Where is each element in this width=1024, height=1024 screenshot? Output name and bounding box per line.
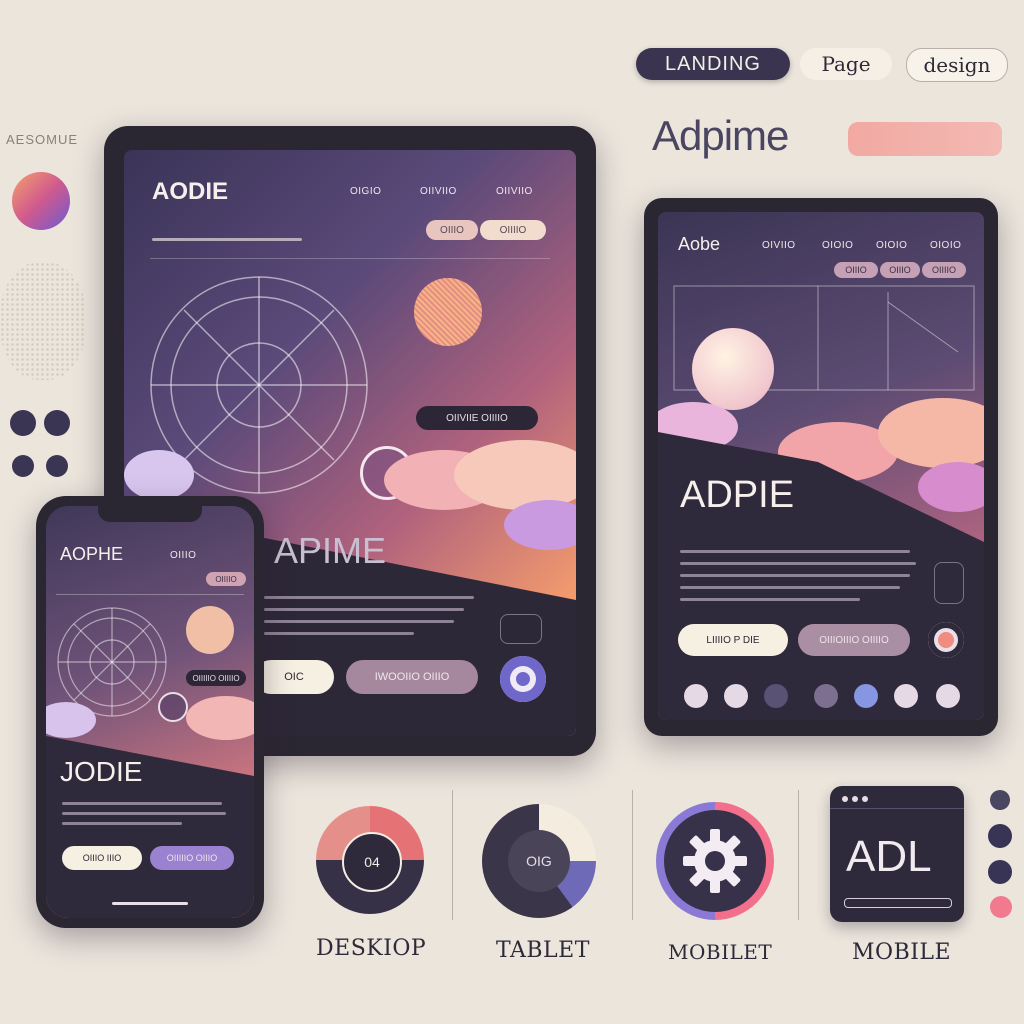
desktop-circle-inner: 04 xyxy=(342,832,402,892)
mobilet-label: MOBILET xyxy=(668,940,773,964)
tablet-btn-primary[interactable]: LIIIIO P DIE xyxy=(678,624,788,656)
gradient-orb-icon xyxy=(12,172,70,230)
tablet-body-line-5 xyxy=(680,598,860,601)
tag-design[interactable]: design xyxy=(906,48,1008,82)
desktop-body-line-3 xyxy=(264,620,454,623)
desktop-cta-dark[interactable]: OIIVIIE OIIIIO xyxy=(416,406,538,430)
divider-3 xyxy=(798,790,799,920)
mobile-btn-primary[interactable]: OIIIO IIIO xyxy=(62,846,142,870)
tablet-toggle-2[interactable]: OIIIO xyxy=(880,262,920,278)
tablet-circle-inner: OIG xyxy=(508,830,570,892)
tag-page[interactable]: Page xyxy=(800,48,892,80)
tablet-body-line-2 xyxy=(680,562,916,565)
tablet-nav-4[interactable]: OIOIO xyxy=(930,240,961,251)
tablet-icon-6[interactable] xyxy=(894,684,918,708)
desktop-body-line-2 xyxy=(264,608,464,611)
desktop-small-icon[interactable] xyxy=(500,614,542,644)
mobile-btn-secondary[interactable]: OIIIIIO OIIIO xyxy=(150,846,234,870)
desktop-circle-button[interactable] xyxy=(500,656,546,702)
brand-title: Adpime xyxy=(652,112,789,159)
tablet-nav-1[interactable]: OIVIIO xyxy=(762,240,796,251)
mobile-heading: JODIE xyxy=(60,756,143,787)
desktop-heading: APIME xyxy=(274,530,387,571)
dotted-circle-decoration xyxy=(0,262,86,380)
desktop-subtitle-line xyxy=(152,238,302,241)
circle-icon-3[interactable] xyxy=(12,455,34,477)
mobile-dark-hill xyxy=(46,736,254,918)
circle-icon-1[interactable] xyxy=(10,410,36,436)
right-dot-3[interactable] xyxy=(988,860,1012,884)
mobile-cta-dark[interactable]: OIIIIIO OIIIIO xyxy=(186,670,246,686)
mobile-nav-2[interactable]: OIIIIO xyxy=(206,572,246,586)
tablet-label: TABLET xyxy=(496,938,590,963)
desktop-body-line-1 xyxy=(264,596,474,599)
card-dot-2 xyxy=(852,796,858,802)
desktop-body-line-4 xyxy=(264,632,414,635)
mobile-notch xyxy=(98,506,202,522)
desktop-toggle-2[interactable]: OIIIIO xyxy=(480,220,546,240)
right-dot-2[interactable] xyxy=(988,824,1012,848)
mobile-screen: AOPHE OIIIO OIIIIO OIIIIIO OIIIIO JODIE xyxy=(46,506,254,918)
tablet-icon-2[interactable] xyxy=(724,684,748,708)
mobile-body-line-3 xyxy=(62,822,182,825)
card-dot-3 xyxy=(862,796,868,802)
card-bar xyxy=(844,898,952,908)
tablet-body-line-4 xyxy=(680,586,900,589)
mobile-home-indicator xyxy=(112,902,188,905)
desktop-btn-secondary[interactable]: IWOOIIO OIIIO xyxy=(346,660,478,694)
tablet-screen: Aobe OIVIIO OIOIO OIOIO OIOIO OIIIO OIII… xyxy=(658,212,984,720)
right-dot-1[interactable] xyxy=(990,790,1010,810)
mobile-body-line-1 xyxy=(62,802,222,805)
tablet-nav-3[interactable]: OIOIO xyxy=(876,240,907,251)
desktop-label: DESKIOP xyxy=(316,936,427,961)
tablet-icon-4[interactable] xyxy=(814,684,838,708)
tablet-record-icon[interactable] xyxy=(928,622,964,658)
divider-1 xyxy=(452,790,453,920)
desktop-nav-1[interactable]: OIGIO xyxy=(350,186,381,197)
tablet-device-frame: Aobe OIVIIO OIOIO OIOIO OIOIO OIIIO OIII… xyxy=(644,198,998,736)
mobile-nav-1[interactable]: OIIIO xyxy=(170,550,196,561)
mobile-body-line-2 xyxy=(62,812,226,815)
tablet-nav-2[interactable]: OIOIO xyxy=(822,240,853,251)
card-divider xyxy=(830,808,964,809)
tablet-toggle-3[interactable]: OIIIIO xyxy=(922,262,966,278)
card-dot-1 xyxy=(842,796,848,802)
desktop-nav-2[interactable]: OIIVIIO xyxy=(420,186,457,197)
tablet-toggle-1[interactable]: OIIIO xyxy=(834,262,878,278)
tablet-logo: Aobe xyxy=(678,234,721,254)
circle-icon-2[interactable] xyxy=(44,410,70,436)
tablet-side-icon[interactable] xyxy=(934,562,964,604)
tag-landing[interactable]: LANDING xyxy=(636,48,790,80)
tablet-heading: ADPIE xyxy=(680,474,795,516)
mobile-label: MOBILE xyxy=(852,940,952,965)
tablet-icon-3[interactable] xyxy=(764,684,788,708)
desktop-toggle-1[interactable]: OIIIO xyxy=(426,220,478,240)
card-text: ADL xyxy=(846,832,932,881)
brand-accent-bar xyxy=(848,122,1002,156)
circle-icon-4[interactable] xyxy=(46,455,68,477)
tablet-body-line-3 xyxy=(680,574,910,577)
divider-2 xyxy=(632,790,633,920)
desktop-btn-primary[interactable]: OIC xyxy=(254,660,334,694)
desktop-divider xyxy=(150,258,550,259)
side-caption: AESOMUE xyxy=(6,132,79,147)
tablet-moon xyxy=(692,328,774,410)
mobile-logo: AOPHE xyxy=(60,544,124,564)
tablet-body-line-1 xyxy=(680,550,910,553)
tablet-icon-5[interactable] xyxy=(854,684,878,708)
tablet-icon-7[interactable] xyxy=(936,684,960,708)
gear-icon xyxy=(683,829,747,893)
desktop-logo: AODIE xyxy=(152,178,229,205)
desktop-sun-hatched xyxy=(414,278,482,346)
tablet-btn-secondary[interactable]: OIIIOIIIO OIIIIO xyxy=(798,624,910,656)
mobile-device-frame: AOPHE OIIIO OIIIIO OIIIIIO OIIIIO JODIE xyxy=(36,496,264,928)
mobile-sun xyxy=(186,606,234,654)
tablet-icon-1[interactable] xyxy=(684,684,708,708)
desktop-nav-3[interactable]: OIIVIIO xyxy=(496,186,533,197)
mobile-card-icon[interactable]: ADL xyxy=(830,786,964,922)
right-dot-4[interactable] xyxy=(990,896,1012,918)
mobile-divider xyxy=(56,594,244,595)
